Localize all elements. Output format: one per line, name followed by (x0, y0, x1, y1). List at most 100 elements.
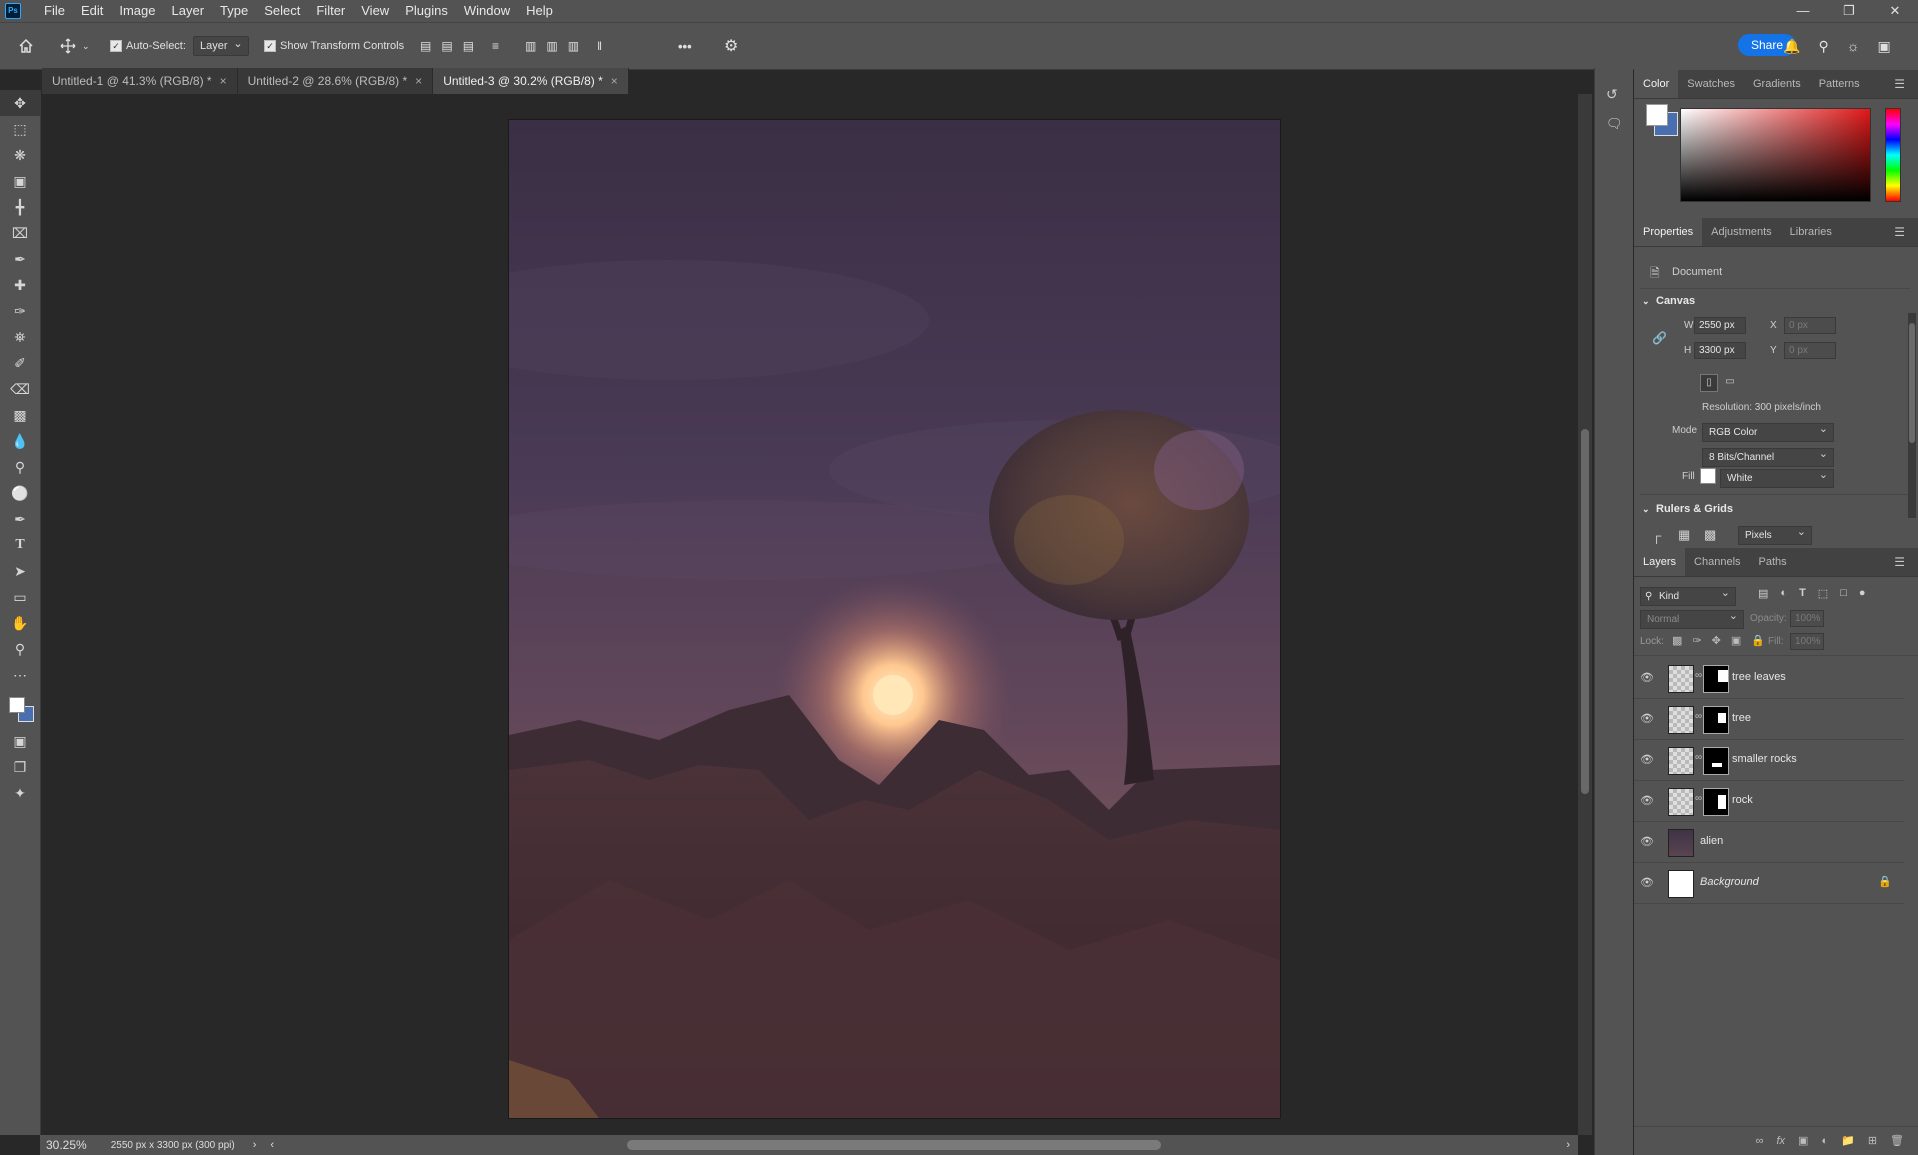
menu-layer[interactable]: Layer (164, 0, 213, 22)
comment-icon[interactable]: 🗨 (1606, 116, 1623, 132)
healing-brush-tool-icon[interactable]: ✚ (0, 272, 40, 298)
tab-color[interactable]: Color (1634, 70, 1679, 98)
menu-select[interactable]: Select (256, 0, 308, 22)
screen-mode-icon[interactable]: ❐ (0, 754, 40, 780)
lock-all-icon[interactable]: 🔒 (1751, 634, 1765, 647)
eye-icon[interactable]: 👁 (1640, 835, 1654, 848)
properties-scrollbar[interactable] (1908, 313, 1916, 518)
layer-mask-thumbnail[interactable] (1703, 665, 1729, 693)
layer-row-tree-leaves[interactable]: 👁 ∞ tree leaves (1634, 658, 1904, 699)
color-picker-field[interactable] (1680, 108, 1871, 202)
move-tool-preset[interactable]: ⌄ (60, 23, 90, 69)
fill-color-swatch[interactable] (1700, 468, 1716, 484)
properties-scroll-thumb[interactable] (1909, 323, 1915, 443)
eye-icon[interactable]: 👁 (1640, 794, 1654, 807)
menu-type[interactable]: Type (212, 0, 256, 22)
align-left-icon[interactable]: ▤ (420, 39, 431, 53)
tab-untitled-3[interactable]: Untitled-3 @ 30.2% (RGB/8) * × (433, 68, 629, 94)
more-options-button[interactable]: ••• (678, 23, 692, 69)
type-tool-icon[interactable]: T (0, 532, 40, 558)
generative-fill-icon[interactable]: ✦ (0, 780, 40, 806)
rulers-grids-section-title[interactable]: Rulers & Grids (1656, 503, 1733, 515)
search-icon[interactable]: ⚲ (1818, 38, 1828, 55)
distribute-vertical-icon[interactable]: ‖ (597, 39, 602, 53)
zoom-tool-icon[interactable]: ⚲ (0, 636, 40, 662)
clone-stamp-tool-icon[interactable]: ⛯ (0, 324, 40, 350)
menu-filter[interactable]: Filter (308, 0, 353, 22)
link-icon[interactable]: 🔗 (1652, 331, 1667, 345)
quick-mask-icon[interactable]: ▣ (0, 728, 40, 754)
eraser-tool-icon[interactable]: ⌫ (0, 376, 40, 402)
layer-mask-thumbnail[interactable] (1703, 747, 1729, 775)
eye-icon[interactable]: 👁 (1640, 712, 1654, 725)
auto-select-target-dropdown[interactable]: Layer ⌄ (193, 36, 249, 56)
lock-transparency-icon[interactable]: ▩ (1672, 634, 1682, 647)
workspace-icon[interactable]: ▣ (1878, 38, 1891, 55)
link-layers-icon[interactable]: ∞ (1756, 1135, 1764, 1147)
align-middle-icon[interactable]: ▥ (546, 39, 557, 53)
chevron-right-icon[interactable]: › (253, 1139, 257, 1151)
menu-window[interactable]: Window (456, 0, 518, 22)
menu-help[interactable]: Help (518, 0, 561, 22)
zoom-level[interactable]: 30.25% (46, 1138, 87, 1152)
adjustment-layer-icon[interactable]: ◐ (1821, 1135, 1828, 1147)
lightbulb-icon[interactable]: ☼ (1847, 38, 1860, 54)
foreground-color-chip[interactable] (1646, 104, 1668, 126)
vertical-scroll-thumb[interactable] (1581, 429, 1589, 794)
hand-tool-icon[interactable]: ✋ (0, 610, 40, 636)
filter-toggle-icon[interactable]: ● (1859, 587, 1866, 600)
type-layer-filter-icon[interactable]: T (1799, 587, 1806, 600)
link-icon[interactable]: ∞ (1695, 711, 1702, 722)
path-selection-tool-icon[interactable]: ➤ (0, 558, 40, 584)
layer-fill-field[interactable]: 100% (1790, 633, 1824, 650)
history-brush-tool-icon[interactable]: ✐ (0, 350, 40, 376)
new-group-icon[interactable]: 📁 (1841, 1134, 1855, 1147)
smart-object-filter-icon[interactable]: □ (1840, 587, 1847, 600)
chevron-down-icon[interactable]: ⌄ (1642, 296, 1650, 307)
align-center-icon[interactable]: ▤ (441, 39, 452, 53)
panel-menu-icon[interactable]: ☰ (1885, 548, 1914, 576)
brush-tool-icon[interactable]: ✑ (0, 298, 40, 324)
minimize-icon[interactable]: — (1780, 0, 1826, 22)
show-transform-option[interactable]: ✓ Show Transform Controls (264, 23, 404, 69)
tab-channels[interactable]: Channels (1685, 548, 1749, 576)
layer-row-background[interactable]: 👁 Background 🔒 (1634, 863, 1904, 904)
close-tab-icon[interactable]: × (611, 74, 618, 88)
link-icon[interactable]: ∞ (1695, 752, 1702, 763)
lasso-tool-icon[interactable]: ❋ (0, 142, 40, 168)
tab-untitled-2[interactable]: Untitled-2 @ 28.6% (RGB/8) * × (237, 68, 434, 94)
units-dropdown[interactable]: Pixels (1738, 524, 1812, 545)
tab-adjustments[interactable]: Adjustments (1702, 218, 1781, 246)
fill-dropdown[interactable]: White (1720, 467, 1834, 488)
lock-icon[interactable]: 🔒 (1878, 875, 1892, 888)
rectangle-tool-icon[interactable]: ▭ (0, 584, 40, 610)
y-field[interactable]: 0 px (1784, 342, 1836, 359)
object-select-tool-icon[interactable]: ▣ (0, 168, 40, 194)
chevron-down-icon[interactable]: ⌄ (1642, 504, 1650, 515)
scroll-right-icon[interactable]: › (1566, 1139, 1570, 1151)
auto-select-checkbox[interactable]: ✓ (110, 40, 122, 52)
tab-gradients[interactable]: Gradients (1744, 70, 1810, 98)
delete-layer-icon[interactable]: 🗑 (1890, 1134, 1904, 1147)
crop-tool-icon[interactable]: ╋ (0, 194, 40, 220)
foreground-color-swatch[interactable] (9, 697, 25, 713)
blend-mode-dropdown[interactable]: Normal (1640, 608, 1744, 629)
blur-tool-icon[interactable]: 💧 (0, 428, 40, 454)
frame-tool-icon[interactable]: ⌧ (0, 220, 40, 246)
eye-icon[interactable]: 👁 (1640, 876, 1654, 889)
x-field[interactable]: 0 px (1784, 317, 1836, 334)
document-image[interactable] (508, 119, 1281, 1119)
mode-dropdown[interactable]: RGB Color (1702, 421, 1834, 442)
edit-toolbar-icon[interactable]: ⋯ (0, 662, 40, 688)
layer-filter-kind-dropdown[interactable]: ⚲ Kind (1640, 585, 1736, 606)
close-tab-icon[interactable]: × (415, 74, 422, 88)
panel-menu-icon[interactable]: ☰ (1885, 70, 1914, 98)
bit-depth-dropdown[interactable]: 8 Bits/Channel (1702, 446, 1834, 467)
new-layer-icon[interactable]: ⊞ (1868, 1134, 1877, 1147)
tab-swatches[interactable]: Swatches (1678, 70, 1744, 98)
photoshop-logo-icon[interactable]: Ps (5, 3, 21, 19)
auto-select-option[interactable]: ✓ Auto-Select: (110, 23, 186, 69)
opacity-field[interactable]: 100% (1790, 610, 1824, 627)
settings-button[interactable]: ⚙ (724, 23, 738, 69)
width-field[interactable]: 2550 px (1694, 317, 1746, 334)
